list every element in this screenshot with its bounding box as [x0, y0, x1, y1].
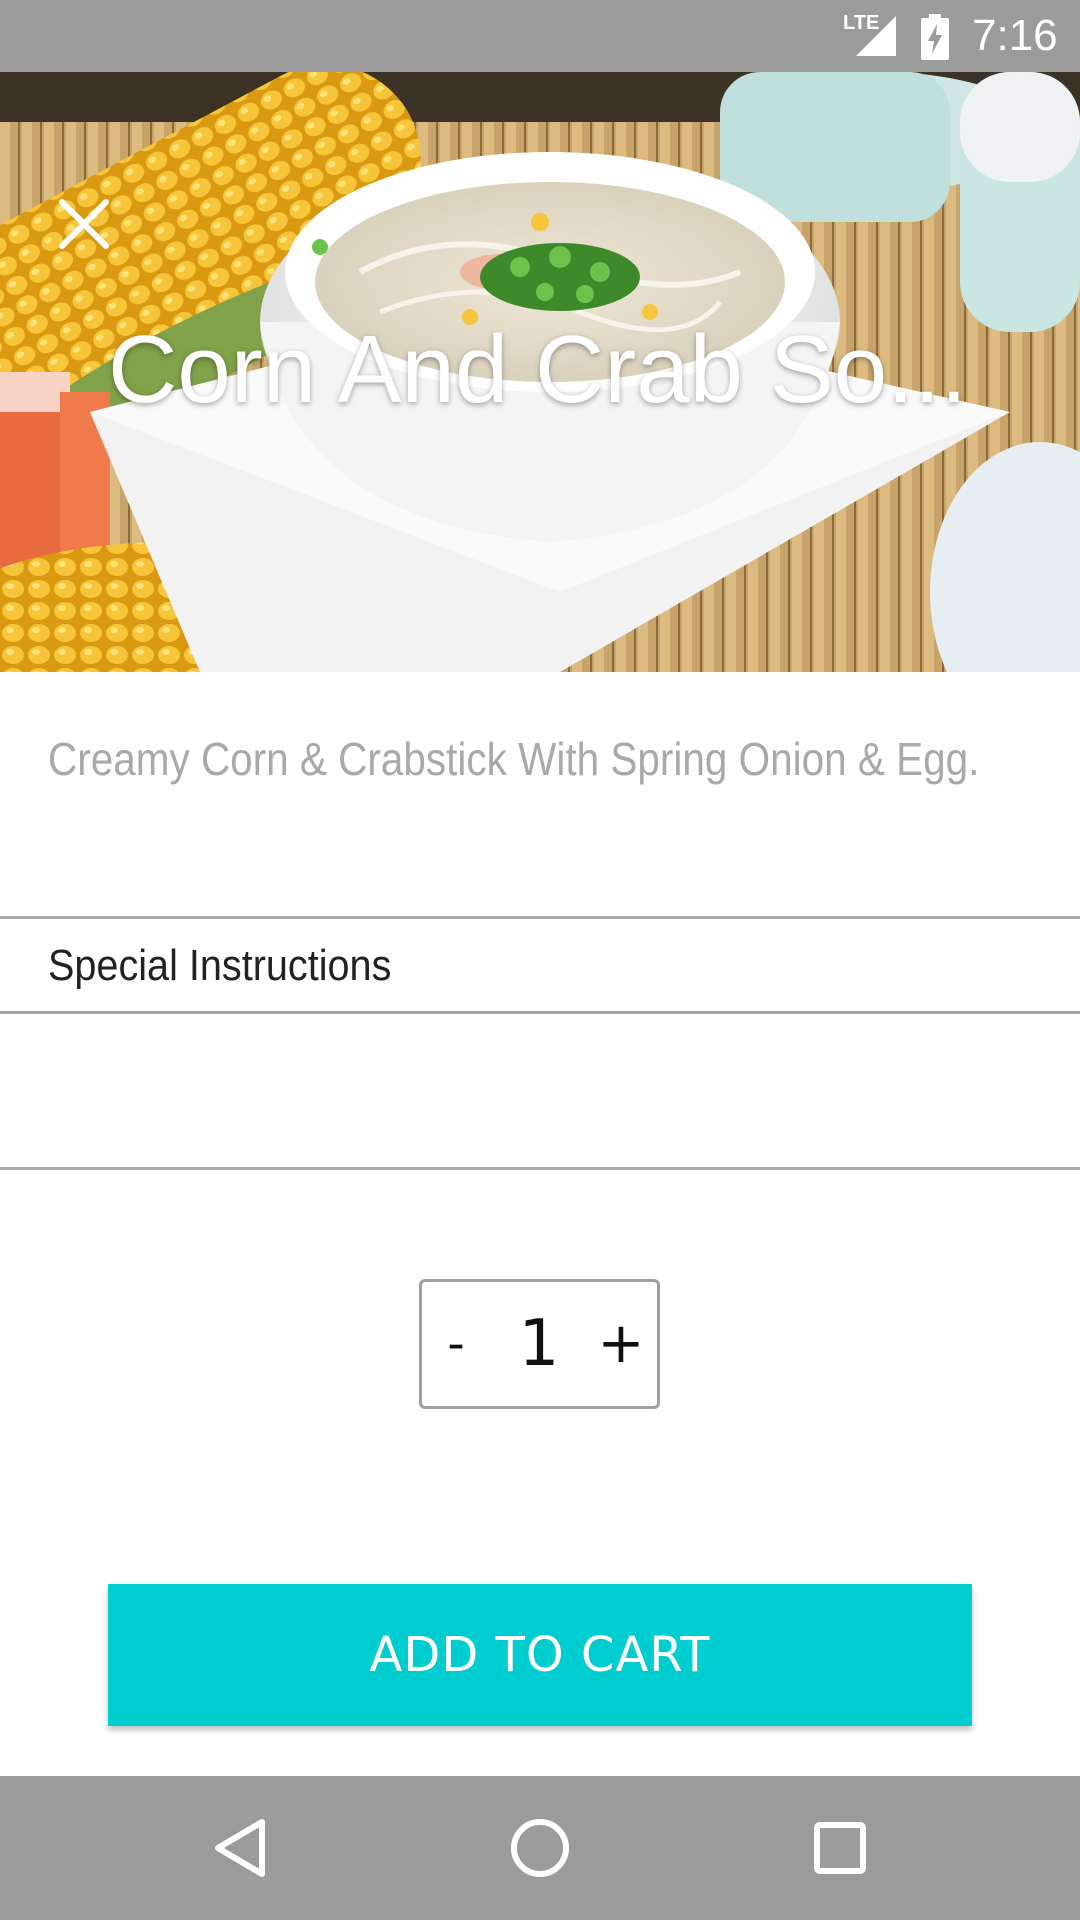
recents-icon[interactable]	[804, 1812, 876, 1884]
status-bar: LTE 7:16	[0, 0, 1080, 72]
divider	[0, 1011, 1080, 1014]
item-description: Creamy Corn & Crabstick With Spring Onio…	[48, 733, 980, 785]
increase-quantity-button[interactable]: +	[586, 1282, 656, 1406]
close-icon[interactable]	[52, 192, 116, 256]
home-icon[interactable]	[504, 1812, 576, 1884]
item-hero-image: Corn And Crab So...	[0, 72, 1080, 672]
quantity-value: 1	[518, 1307, 560, 1381]
add-to-cart-button[interactable]: ADD TO CART	[108, 1584, 972, 1726]
signal-icon	[856, 16, 896, 56]
special-instructions-label: Special Instructions	[48, 941, 392, 990]
back-icon[interactable]	[204, 1812, 276, 1884]
system-navigation-bar	[0, 1776, 1080, 1920]
item-detail-screen: LTE 7:16 Corn And Crab So... Creamy Corn…	[0, 0, 1080, 1920]
quantity-stepper: - 1 +	[419, 1279, 660, 1409]
special-instructions-input[interactable]	[0, 1016, 1080, 1166]
clock: 7:16	[972, 11, 1058, 60]
battery-charging-icon	[921, 14, 949, 60]
decrease-quantity-button[interactable]: -	[426, 1282, 486, 1406]
divider	[0, 1167, 1080, 1170]
divider	[0, 916, 1080, 919]
item-title: Corn And Crab So...	[108, 316, 968, 423]
